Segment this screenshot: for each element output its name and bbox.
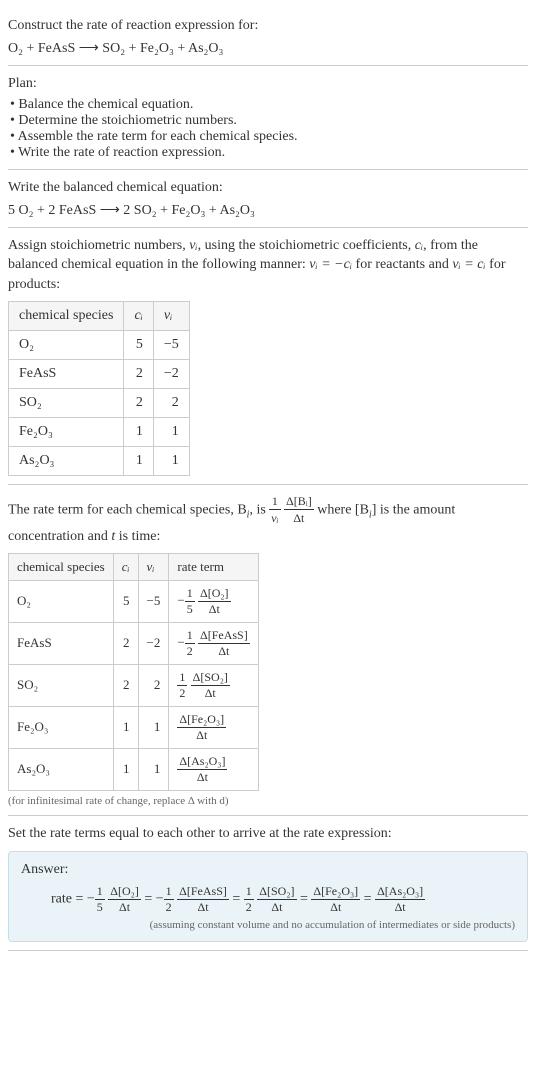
rate-term-section: The rate term for each chemical species,…: [8, 485, 528, 816]
header-rate: rate term: [169, 553, 258, 580]
rate-term-caption: (for infinitesimal rate of change, repla…: [8, 795, 528, 807]
intro-title: Construct the rate of reaction expressio…: [8, 16, 528, 36]
header-nu: νᵢ: [138, 553, 169, 580]
intro-equation: O₂ + FeAsS ⟶ SO₂ + Fe₂O₃ + As₂O₃: [8, 40, 528, 57]
final-section: Set the rate terms equal to each other t…: [8, 816, 528, 952]
table-row: Fe₂O₃ 1 1: [9, 417, 190, 446]
plan-list: Balance the chemical equation. Determine…: [8, 97, 528, 161]
table-row: FeAsS 2 −2: [9, 359, 190, 388]
frac-delta-b: Δ[Bᵢ]Δt: [284, 493, 314, 528]
plan-item: Assemble the rate term for each chemical…: [10, 129, 528, 145]
header-species: chemical species: [9, 553, 114, 580]
plan-section: Plan: Balance the chemical equation. Det…: [8, 66, 528, 171]
header-c: cᵢ: [124, 301, 153, 330]
table-header-row: chemical species cᵢ νᵢ rate term: [9, 553, 259, 580]
answer-equation: rate = −15 Δ[O₂]Δt = −12 Δ[FeAsS]Δt = 12…: [21, 884, 515, 915]
plan-item: Write the rate of reaction expression.: [10, 145, 528, 161]
answer-label: Answer:: [21, 862, 515, 878]
answer-caption: (assuming constant volume and no accumul…: [21, 919, 515, 931]
table-row: O₂ 5 −5: [9, 330, 190, 359]
table-row: As₂O₃ 1 1: [9, 446, 190, 475]
answer-box: Answer: rate = −15 Δ[O₂]Δt = −12 Δ[FeAsS…: [8, 851, 528, 942]
rate-term-table: chemical species cᵢ νᵢ rate term O₂ 5 −5…: [8, 553, 259, 791]
frac-one-over-nu: 1νᵢ: [269, 493, 280, 528]
rate-term-text: The rate term for each chemical species,…: [8, 493, 528, 547]
header-species: chemical species: [9, 301, 124, 330]
table-header-row: chemical species cᵢ νᵢ: [9, 301, 190, 330]
header-c: cᵢ: [113, 553, 138, 580]
balanced-section: Write the balanced chemical equation: 5 …: [8, 170, 528, 228]
stoich-section: Assign stoichiometric numbers, νᵢ, using…: [8, 228, 528, 485]
plan-item: Balance the chemical equation.: [10, 97, 528, 113]
balanced-heading: Write the balanced chemical equation:: [8, 178, 528, 198]
stoich-table: chemical species cᵢ νᵢ O₂ 5 −5 FeAsS 2 −…: [8, 301, 190, 476]
plan-heading: Plan:: [8, 74, 528, 94]
plan-item: Determine the stoichiometric numbers.: [10, 113, 528, 129]
table-row: Fe₂O₃ 1 1 Δ[Fe₂O₃]Δt: [9, 706, 259, 748]
intro-section: Construct the rate of reaction expressio…: [8, 8, 528, 66]
table-row: FeAsS 2 −2 −12 Δ[FeAsS]Δt: [9, 622, 259, 664]
final-heading: Set the rate terms equal to each other t…: [8, 824, 528, 844]
table-row: SO₂ 2 2: [9, 388, 190, 417]
stoich-text: Assign stoichiometric numbers, νᵢ, using…: [8, 236, 528, 295]
table-row: SO₂ 2 2 12 Δ[SO₂]Δt: [9, 664, 259, 706]
balanced-equation: 5 O₂ + 2 FeAsS ⟶ 2 SO₂ + Fe₂O₃ + As₂O₃: [8, 202, 528, 219]
header-nu: νᵢ: [153, 301, 189, 330]
table-row: As₂O₃ 1 1 Δ[As₂O₃]Δt: [9, 748, 259, 790]
table-row: O₂ 5 −5 −15 Δ[O₂]Δt: [9, 580, 259, 622]
